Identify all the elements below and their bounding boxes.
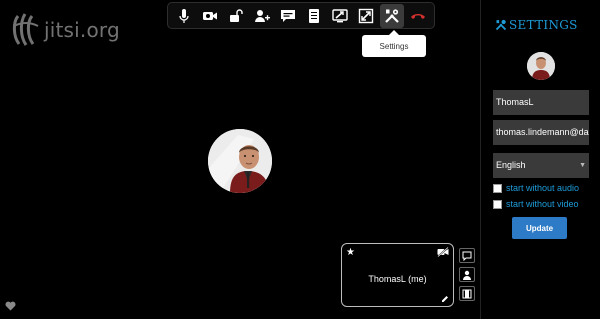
settings-title-text: SETTINGS: [509, 18, 578, 32]
language-select[interactable]: English ▼: [493, 153, 589, 178]
hangup-button[interactable]: [406, 4, 430, 28]
logo-text: jitsi.org: [44, 18, 120, 42]
start-without-audio-checkbox[interactable]: [493, 183, 502, 193]
settings-tooltip: Settings: [362, 30, 426, 57]
fullscreen-button[interactable]: [354, 4, 378, 28]
invite-button[interactable]: [250, 4, 274, 28]
display-name-input[interactable]: ThomasL: [493, 90, 589, 115]
update-button[interactable]: Update: [512, 217, 567, 239]
jitsi-logo-icon: [12, 13, 39, 46]
microphone-icon: [179, 8, 189, 23]
star-icon: ★: [346, 247, 355, 258]
fullscreen-icon: [358, 8, 374, 23]
participant-avatar: [208, 129, 272, 193]
start-without-video-option[interactable]: start without video: [493, 199, 579, 209]
document-icon: [309, 8, 319, 23]
filmstrip-controls: [459, 248, 475, 301]
camera-off-icon: [437, 247, 449, 257]
etherpad-button[interactable]: [302, 4, 326, 28]
participant-photo: [208, 129, 272, 193]
start-without-audio-option[interactable]: start without audio: [493, 183, 579, 193]
chat-icon: [281, 9, 295, 22]
start-without-video-checkbox[interactable]: [493, 199, 502, 209]
settings-panel: SETTINGS ThomasL thomas.lindemann@da Eng…: [480, 0, 600, 319]
chat-bubble-icon: [462, 251, 472, 261]
camera-button[interactable]: [198, 4, 222, 28]
avatar-photo: [527, 52, 555, 80]
settings-avatar: [527, 52, 555, 80]
share-screen-icon: [332, 8, 348, 22]
settings-tools-icon: [495, 19, 507, 31]
settings-tools-icon: [385, 8, 399, 23]
add-user-icon: [255, 9, 270, 22]
contact-list-button[interactable]: [459, 267, 475, 282]
lock-button[interactable]: [224, 4, 248, 28]
heart-icon[interactable]: [5, 301, 16, 311]
local-video-thumbnail[interactable]: ★ ThomasL (me): [341, 243, 454, 307]
language-selected-value: English: [496, 160, 526, 170]
user-icon: [463, 270, 471, 280]
lock-open-icon: [230, 8, 243, 22]
filmstrip-toggle-button[interactable]: [459, 286, 475, 301]
settings-title: SETTINGS: [495, 18, 578, 32]
start-without-audio-label: start without audio: [506, 183, 580, 193]
dropdown-caret-icon: ▼: [579, 162, 586, 169]
chat-toggle-button[interactable]: [459, 248, 475, 263]
microphone-button[interactable]: [172, 4, 196, 28]
film-icon: [462, 289, 472, 298]
hangup-icon: [411, 13, 425, 19]
main-toolbar: [167, 2, 435, 29]
pencil-icon[interactable]: [441, 295, 449, 303]
local-display-name: ThomasL (me): [368, 274, 427, 284]
share-screen-button[interactable]: [328, 4, 352, 28]
settings-button[interactable]: [380, 3, 404, 28]
video-camera-icon: [203, 11, 217, 20]
chat-button[interactable]: [276, 4, 300, 28]
jitsi-watermark[interactable]: jitsi.org: [10, 12, 120, 48]
email-input[interactable]: thomas.lindemann@da: [493, 120, 589, 145]
start-without-video-label: start without video: [506, 199, 579, 209]
